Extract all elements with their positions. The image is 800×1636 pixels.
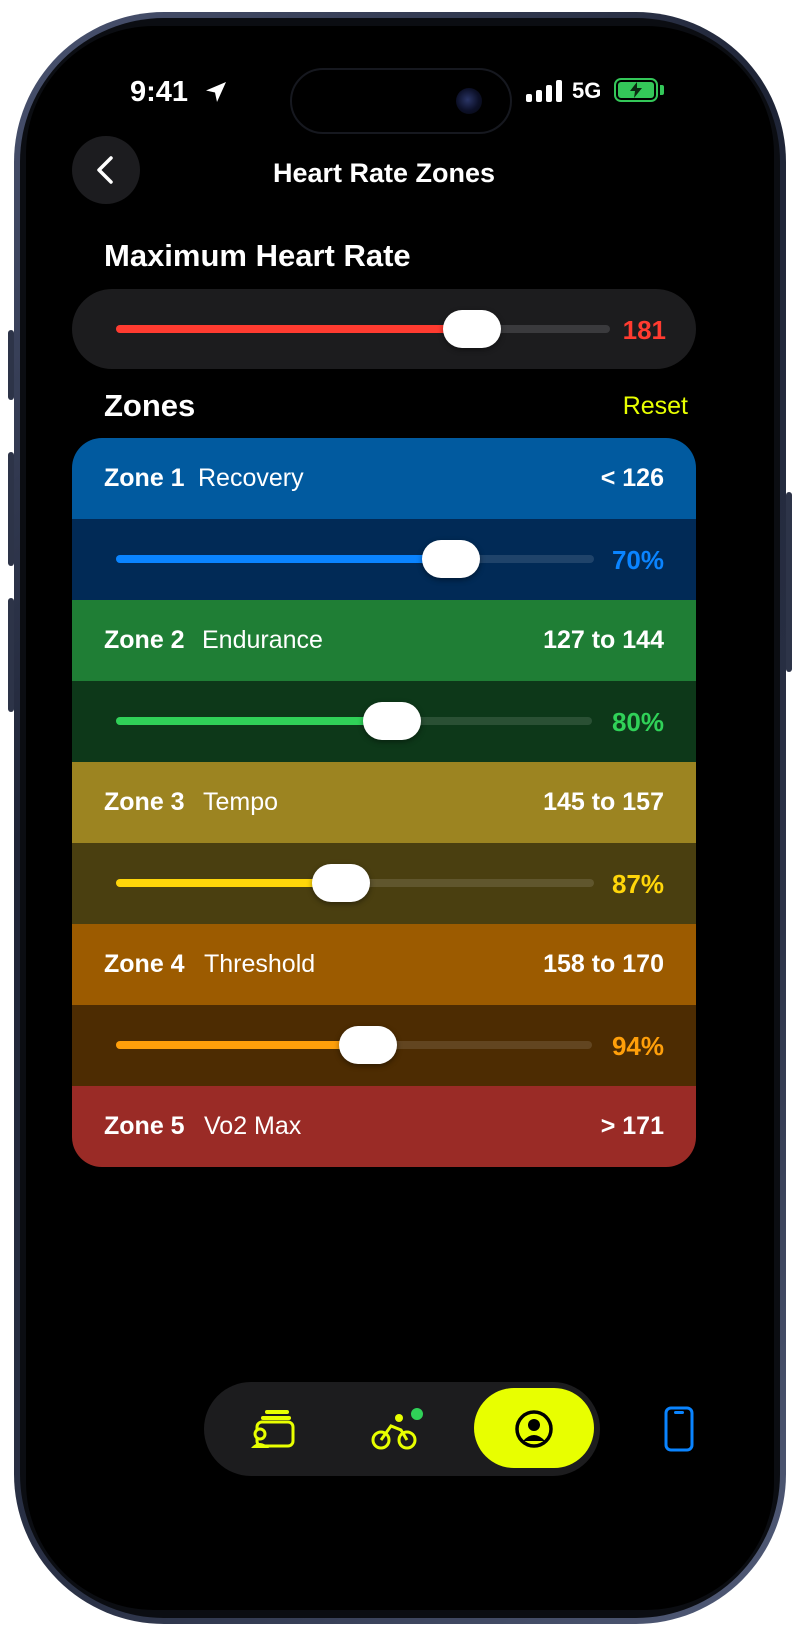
max-heart-rate-value: 181 — [622, 315, 666, 345]
zone-3-header: Zone 3 Tempo 145 to 157 — [72, 762, 696, 843]
zone-1-slider-row: 70% — [72, 519, 696, 600]
zone-3-fill — [116, 879, 341, 887]
zone-description: Threshold — [204, 950, 316, 978]
zone-name: Zone 3 — [104, 788, 185, 816]
camera-icon — [456, 88, 482, 114]
zone-1-fill — [116, 555, 451, 563]
max-heart-rate-heading: Maximum Heart Rate — [104, 238, 411, 273]
max-heart-rate-slider[interactable] — [116, 310, 610, 348]
zone-2-header: Zone 2 Endurance 127 to 144 — [72, 600, 696, 681]
zone-4-thumb[interactable] — [339, 1026, 397, 1064]
max-heart-rate-thumb[interactable] — [443, 310, 501, 348]
zone-description: Endurance — [202, 626, 323, 654]
zone-2-slider[interactable] — [116, 702, 592, 740]
zone-name: Zone 1 — [104, 464, 185, 492]
zone-description: Recovery — [198, 464, 304, 492]
zone-range: > 171 — [600, 1112, 664, 1140]
zone-4-slider-row: 94% — [72, 1005, 696, 1086]
zones-heading: Zones — [104, 388, 196, 423]
zone-range: 158 to 170 — [543, 950, 664, 978]
zone-name: Zone 2 — [104, 626, 185, 654]
zone-4-slider[interactable] — [116, 1026, 592, 1064]
network-type: 5G — [572, 78, 602, 103]
zone-2-percent: 80% — [611, 707, 664, 737]
zone-1-header: Zone 1 Recovery < 126 — [72, 438, 696, 519]
zone-3-slider-row: 87% — [72, 843, 696, 924]
volume-down-button — [8, 598, 14, 712]
zone-2-thumb[interactable] — [363, 702, 421, 740]
cellular-signal-icon — [526, 80, 562, 102]
phone-device-icon[interactable] — [664, 1406, 694, 1452]
page-title: Heart Rate Zones — [272, 158, 496, 188]
zone-range: 145 to 157 — [543, 788, 664, 816]
max-heart-rate-fill — [116, 325, 472, 333]
action-button — [8, 330, 14, 400]
zone-description: Tempo — [203, 788, 279, 816]
zone-description: Vo2 Max — [204, 1112, 302, 1140]
zone-range: < 126 — [600, 464, 664, 492]
zone-range: 127 to 144 — [543, 626, 664, 654]
zone-2-fill — [116, 717, 392, 725]
zone-3-percent: 87% — [611, 869, 664, 899]
active-ride-badge — [409, 1406, 425, 1422]
zone-name: Zone 4 — [104, 950, 185, 978]
reset-button[interactable]: Reset — [623, 392, 688, 421]
zone-3-slider[interactable] — [116, 864, 594, 902]
tab-cards[interactable] — [224, 1382, 324, 1476]
zones-list: Zone 1 Recovery < 126 70% Zone 2 Enduran… — [72, 438, 696, 1167]
zone-1-thumb[interactable] — [422, 540, 480, 578]
zone-4-fill — [116, 1041, 368, 1049]
profile-icon — [515, 1410, 553, 1448]
location-arrow-icon — [206, 82, 226, 102]
zone-4-header: Zone 4 Threshold 158 to 170 — [72, 924, 696, 1005]
cyclist-icon — [371, 1406, 425, 1450]
zone-2-slider-row: 80% — [72, 681, 696, 762]
max-heart-rate-card: 181 — [72, 289, 696, 369]
charging-bolt-icon — [630, 82, 642, 98]
battery-icon — [614, 78, 658, 102]
zone-name: Zone 5 — [104, 1112, 185, 1140]
tab-ride[interactable] — [348, 1382, 448, 1476]
battery-cap — [660, 85, 664, 95]
zone-1-slider[interactable] — [116, 540, 594, 578]
tab-profile[interactable] — [484, 1382, 584, 1476]
power-button — [786, 492, 792, 672]
tab-bar — [204, 1382, 600, 1476]
zone-1-percent: 70% — [611, 545, 664, 575]
volume-up-button — [8, 452, 14, 566]
zone-5-header: Zone 5 Vo2 Max > 171 — [72, 1086, 696, 1167]
app-screen: 9:41 5G Heart Rate Zones Maximum Heart R… — [26, 26, 774, 1610]
status-time: 9:41 — [130, 76, 189, 108]
zone-4-percent: 94% — [611, 1031, 664, 1061]
cards-person-icon — [251, 1410, 295, 1448]
zone-3-thumb[interactable] — [312, 864, 370, 902]
